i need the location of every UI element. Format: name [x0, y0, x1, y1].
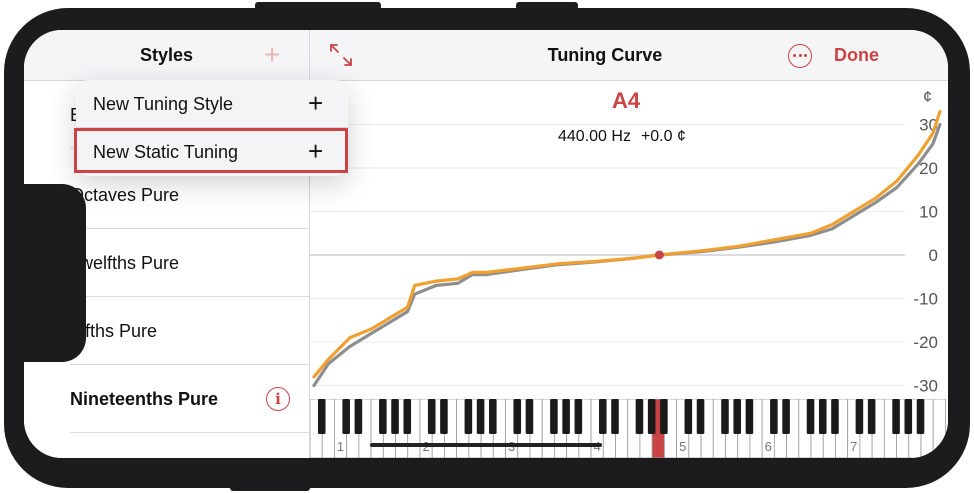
piano-black-key[interactable] — [855, 399, 864, 434]
piano-black-key[interactable] — [599, 399, 607, 434]
octave-label: 1 — [337, 439, 344, 454]
piano-white-key[interactable] — [932, 399, 946, 458]
piano-black-key[interactable] — [574, 399, 583, 434]
piano-black-key[interactable] — [733, 399, 741, 434]
piano-black-key[interactable] — [464, 399, 473, 434]
piano-black-key[interactable] — [867, 399, 876, 434]
home-indicator — [370, 443, 602, 447]
piano-black-key[interactable] — [562, 399, 570, 434]
cents-value: +0.0 ¢ — [640, 128, 686, 145]
menu-item-label: New Tuning Style — [93, 94, 234, 114]
tuning-curve-pane: Tuning Curve Done 30 20 10 0 -10 -20 -30 ¢ A4 4… — [310, 30, 948, 458]
info-icon[interactable]: i — [266, 387, 290, 411]
piano-black-key[interactable] — [525, 399, 534, 434]
series-line-tuning-curve — [312, 109, 942, 379]
piano-black-key[interactable] — [379, 399, 387, 434]
screen: Styles + E Octaves Pure Twelfths Pure Fi… — [24, 30, 948, 458]
piano-black-key[interactable] — [317, 399, 326, 434]
piano-black-key[interactable] — [513, 399, 522, 434]
note-readout: 440.00 Hz +0.0 ¢ — [558, 128, 686, 146]
note-name: A4 — [612, 88, 641, 113]
piano-keyboard[interactable]: 1234567 — [310, 399, 948, 458]
y-tick-label: -30 — [913, 377, 938, 396]
list-item-nineteenths-pure[interactable]: Nineteenths Pure i — [24, 365, 309, 433]
y-tick-label: 10 — [919, 203, 938, 222]
piano-black-key[interactable] — [342, 399, 350, 434]
octave-label: 6 — [765, 439, 772, 454]
list-item-label: Octaves Pure — [70, 185, 180, 205]
device-notch — [24, 184, 86, 362]
sidebar-header: Styles + — [24, 30, 309, 81]
menu-item-new-tuning-style[interactable]: New Tuning Style + — [76, 80, 348, 128]
device-volume-button — [255, 2, 381, 10]
device-power-button — [230, 484, 310, 491]
piano-black-key[interactable] — [818, 399, 827, 434]
piano-black-key[interactable] — [782, 399, 790, 434]
piano-black-key[interactable] — [550, 399, 558, 434]
detail-header: Tuning Curve Done — [310, 30, 948, 81]
done-button[interactable]: Done — [834, 45, 879, 66]
y-tick-label: 20 — [919, 159, 938, 178]
piano-black-key[interactable] — [770, 399, 778, 434]
list-item-label: Nineteenths Pure — [70, 389, 219, 409]
piano-black-key[interactable] — [904, 399, 913, 434]
plus-icon: + — [308, 88, 324, 118]
piano-black-key[interactable] — [354, 399, 363, 434]
piano-black-key[interactable] — [611, 399, 619, 434]
piano-black-key[interactable] — [427, 399, 436, 434]
y-tick-label: 0 — [929, 246, 938, 265]
octave-label: 7 — [850, 439, 857, 454]
octave-label: 5 — [679, 439, 686, 454]
list-item — [24, 433, 309, 458]
piano-black-key[interactable] — [916, 399, 925, 434]
current-note-point — [654, 250, 664, 260]
piano-black-key[interactable] — [745, 399, 754, 434]
ellipsis-circle-icon[interactable] — [788, 44, 812, 68]
piano-black-key[interactable] — [440, 399, 448, 434]
plus-icon[interactable]: + — [264, 39, 280, 71]
list-item-label: Twelfths Pure — [70, 253, 180, 273]
piano-black-key[interactable] — [892, 399, 900, 434]
piano-black-key[interactable] — [831, 399, 839, 434]
highlight-box — [74, 128, 348, 173]
piano-black-key[interactable] — [635, 399, 644, 434]
device-mute-switch — [516, 2, 578, 10]
piano-black-key[interactable] — [647, 399, 656, 434]
frequency-value: 440.00 Hz — [558, 128, 631, 145]
piano-black-key[interactable] — [721, 399, 729, 434]
piano-black-key[interactable] — [489, 399, 497, 434]
piano-black-key[interactable] — [696, 399, 705, 434]
y-tick-label: -10 — [913, 290, 938, 309]
y-tick-label: -20 — [913, 333, 938, 352]
piano-black-key[interactable] — [684, 399, 693, 434]
piano-black-key[interactable] — [806, 399, 815, 434]
piano-black-key[interactable] — [403, 399, 412, 434]
piano-black-key[interactable] — [660, 399, 668, 434]
piano-black-key[interactable] — [391, 399, 399, 434]
y-unit-label: ¢ — [923, 89, 932, 106]
piano-black-key[interactable] — [476, 399, 485, 434]
